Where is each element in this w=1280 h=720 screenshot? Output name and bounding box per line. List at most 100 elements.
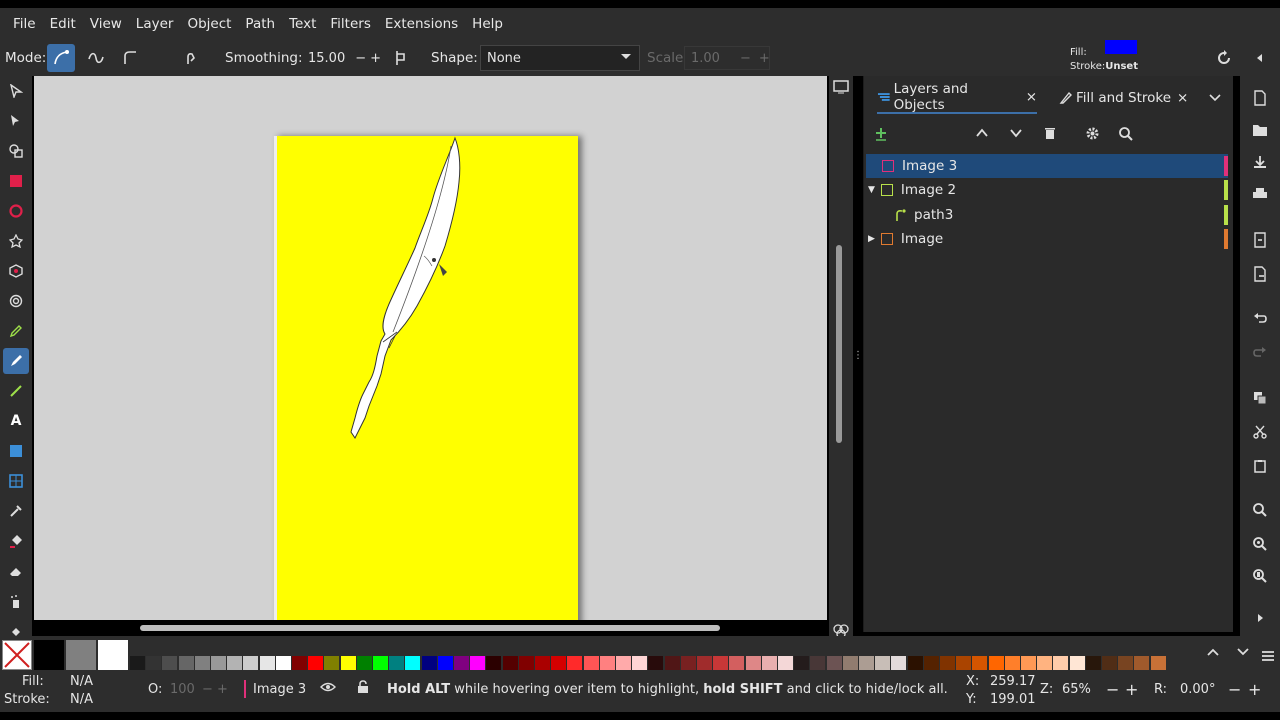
- palette-swatch[interactable]: [794, 656, 810, 670]
- palette-swatch[interactable]: [227, 656, 243, 670]
- add-layer-button[interactable]: [873, 126, 889, 146]
- palette-swatch[interactable]: [178, 656, 194, 670]
- palette-swatch[interactable]: [745, 656, 761, 670]
- ellipse-tool[interactable]: [3, 198, 29, 224]
- palette-swatch[interactable]: [259, 656, 275, 670]
- palette-swatch[interactable]: [842, 656, 858, 670]
- palette-swatch[interactable]: [1102, 656, 1117, 670]
- pencil-tool[interactable]: [3, 318, 29, 344]
- rotate-plus-icon[interactable]: +: [1248, 680, 1261, 699]
- palette-swatch[interactable]: [599, 656, 615, 670]
- palette-swatch[interactable]: [567, 656, 583, 670]
- save-button[interactable]: [1248, 150, 1272, 174]
- spiral-tool[interactable]: [3, 288, 29, 314]
- palette-swatch[interactable]: [146, 656, 162, 670]
- palette-swatch[interactable]: [1021, 656, 1036, 670]
- zoom-out-icon[interactable]: −: [1106, 680, 1119, 699]
- menu-extensions[interactable]: Extensions: [378, 16, 465, 32]
- palette-swatch[interactable]: [356, 656, 372, 670]
- close-icon[interactable]: ×: [1177, 90, 1188, 106]
- palette-swatch[interactable]: [454, 656, 469, 670]
- pen-tool[interactable]: [3, 348, 29, 374]
- minus-icon[interactable]: −: [355, 51, 366, 66]
- palette-swatch[interactable]: [616, 656, 631, 670]
- palette-swatch[interactable]: [275, 656, 291, 670]
- palette-swatch[interactable]: [405, 656, 421, 670]
- palette-swatch[interactable]: [211, 656, 226, 670]
- expand-arrow-icon[interactable]: ▼: [868, 185, 875, 195]
- node-tool[interactable]: [3, 108, 29, 134]
- layer-row-path3[interactable]: path3: [866, 203, 1228, 227]
- white-swatch[interactable]: [98, 640, 128, 670]
- palette-swatch[interactable]: [1134, 656, 1150, 670]
- opacity-value[interactable]: 100: [170, 682, 195, 697]
- zoom-drawing-button[interactable]: [1248, 532, 1272, 556]
- collapse-button[interactable]: [1246, 44, 1274, 72]
- paste-button[interactable]: [1248, 454, 1272, 478]
- palette-swatch[interactable]: [810, 656, 826, 670]
- eraser-tool[interactable]: [3, 558, 29, 584]
- cut-button[interactable]: [1248, 420, 1272, 444]
- mode-bezier-button[interactable]: [47, 44, 75, 72]
- calligraphy-tool[interactable]: [3, 378, 29, 404]
- no-paint-swatch[interactable]: [2, 640, 32, 670]
- snap-toggle-button[interactable]: [1210, 44, 1238, 72]
- lock-icon[interactable]: [356, 680, 370, 698]
- zoom-page-button[interactable]: [1248, 564, 1272, 588]
- delete-button[interactable]: [1043, 126, 1057, 144]
- new-document-button[interactable]: [1248, 86, 1272, 110]
- palette-swatch[interactable]: [713, 656, 729, 670]
- eye-icon[interactable]: [320, 680, 336, 698]
- paint-bucket-tool[interactable]: [3, 528, 29, 554]
- palette-swatch[interactable]: [729, 656, 745, 670]
- palette-swatch[interactable]: [826, 656, 842, 670]
- selector-tool[interactable]: [3, 78, 29, 104]
- 3dbox-tool[interactable]: [3, 258, 29, 284]
- rotate-minus-icon[interactable]: −: [1228, 680, 1241, 699]
- layer-row-image2[interactable]: ▼ Image 2: [866, 178, 1228, 202]
- menu-help[interactable]: Help: [465, 16, 510, 32]
- palette-scroll-down-icon[interactable]: [1236, 646, 1250, 661]
- palette-swatch[interactable]: [988, 656, 1004, 670]
- print-button[interactable]: [1248, 182, 1272, 206]
- palette-swatch[interactable]: [470, 656, 486, 670]
- palette-swatch[interactable]: [162, 656, 178, 670]
- pressure-button[interactable]: [177, 44, 205, 72]
- palette-swatch[interactable]: [940, 656, 955, 670]
- palette-swatch[interactable]: [1004, 656, 1020, 670]
- palette-swatch[interactable]: [680, 656, 696, 670]
- star-tool[interactable]: [3, 228, 29, 254]
- redo-button[interactable]: [1248, 340, 1272, 364]
- palette-swatch[interactable]: [1118, 656, 1134, 670]
- document-page[interactable]: [274, 136, 578, 620]
- palette-swatch[interactable]: [778, 656, 793, 670]
- import-button[interactable]: [1248, 228, 1272, 252]
- dock-handle-icon[interactable]: ⋮: [853, 350, 863, 364]
- palette-swatch[interactable]: [583, 656, 599, 670]
- settings-button[interactable]: [1085, 126, 1100, 145]
- tweak-tool[interactable]: [3, 138, 29, 164]
- menu-view[interactable]: View: [83, 16, 129, 32]
- palette-swatch[interactable]: [194, 656, 210, 670]
- palette-swatch[interactable]: [1037, 656, 1053, 670]
- palette-swatch[interactable]: [1053, 656, 1069, 670]
- plus-icon[interactable]: +: [370, 51, 381, 66]
- tab-layers-and-objects[interactable]: Layers and Objects ×: [877, 81, 1037, 114]
- palette-swatch[interactable]: [923, 656, 939, 670]
- palette-swatch[interactable]: [243, 656, 259, 670]
- palette-swatch[interactable]: [875, 656, 891, 670]
- palette-swatch[interactable]: [389, 656, 405, 670]
- palette-swatch[interactable]: [308, 656, 324, 670]
- gray-swatch[interactable]: [66, 640, 96, 670]
- palette-swatch[interactable]: [648, 656, 664, 670]
- shape-select[interactable]: None: [480, 45, 640, 71]
- palette-swatch[interactable]: [1069, 656, 1085, 670]
- layer-row-image3[interactable]: Image 3: [866, 154, 1228, 178]
- mesh-tool[interactable]: [3, 468, 29, 494]
- export-button[interactable]: [1248, 262, 1272, 286]
- zoom-in-icon[interactable]: +: [1125, 680, 1138, 699]
- palette-swatch[interactable]: [972, 656, 988, 670]
- palette-swatch[interactable]: [907, 656, 923, 670]
- raise-button[interactable]: [975, 126, 989, 144]
- menu-filters[interactable]: Filters: [323, 16, 377, 32]
